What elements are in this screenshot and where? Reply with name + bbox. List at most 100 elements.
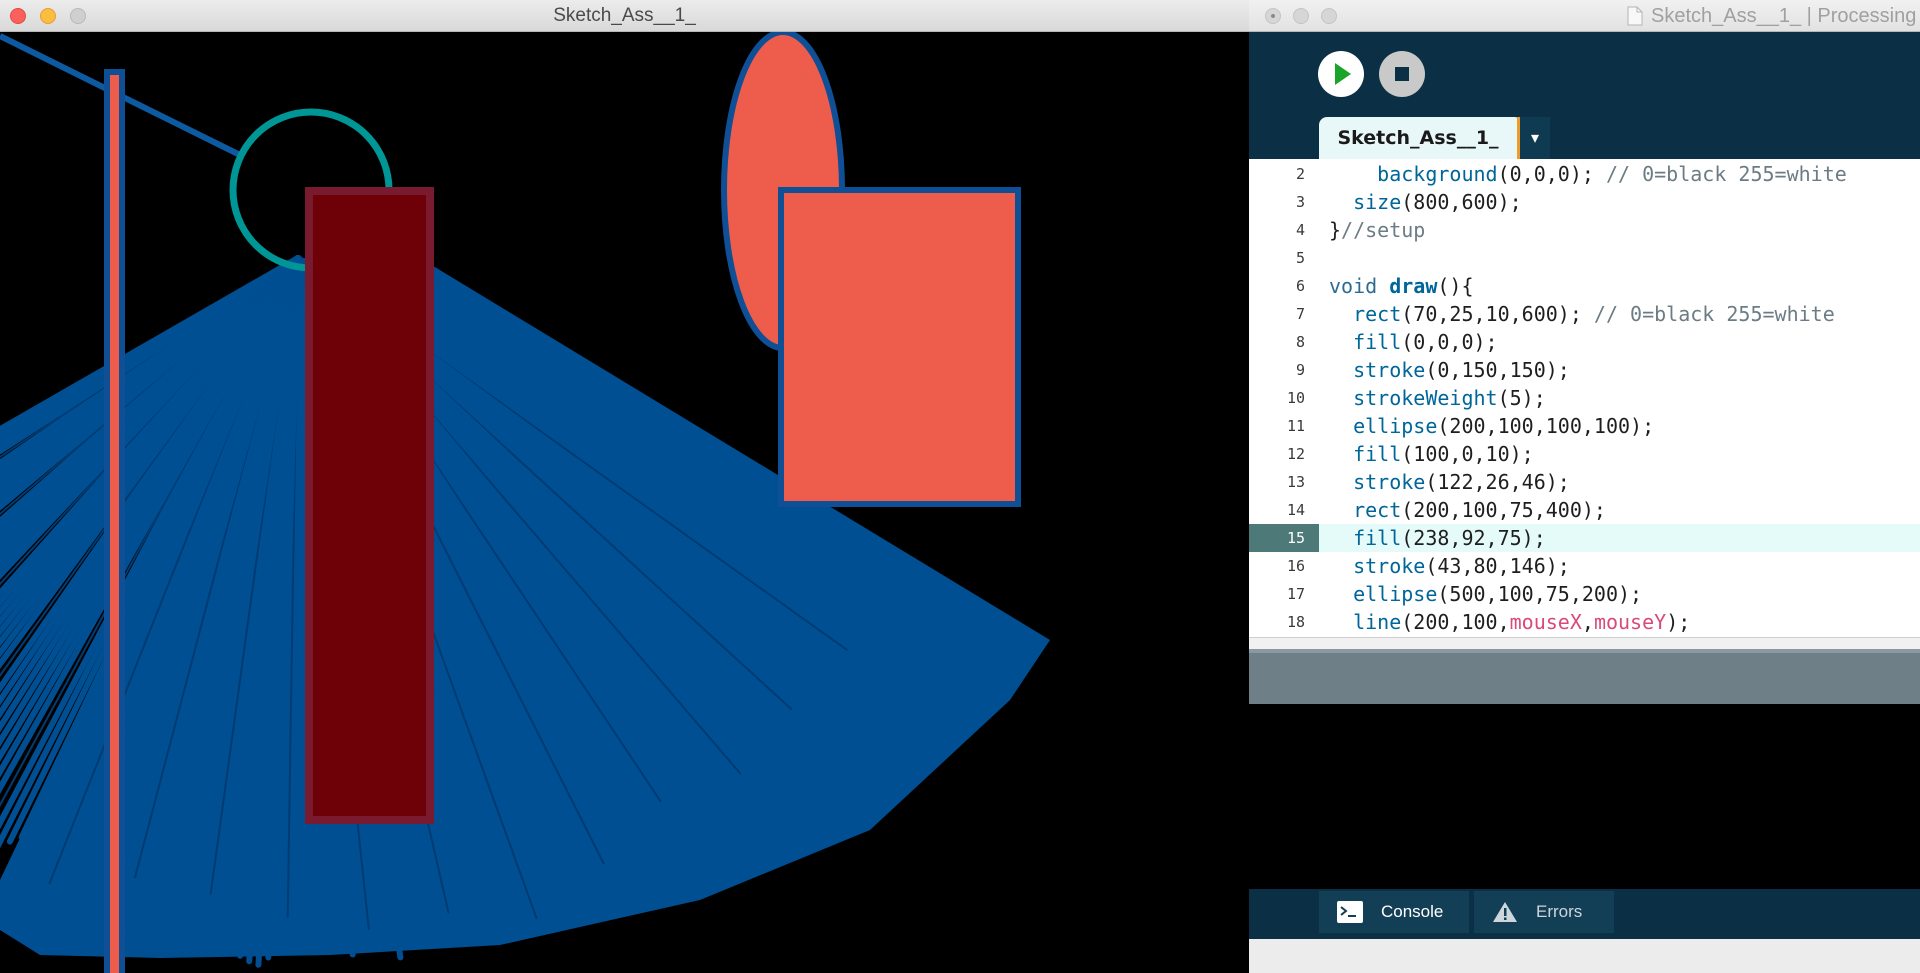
code-text: }//setup [1329, 218, 1426, 242]
thin-vertical-rect [104, 69, 125, 973]
gutter-cell: 8 [1249, 328, 1319, 356]
code-text: void draw(){ [1329, 274, 1474, 298]
tab-menu-button[interactable]: ▾ [1520, 117, 1550, 159]
console-tab-label: Console [1381, 902, 1444, 921]
gutter-cell: 5 [1249, 244, 1319, 272]
dark-red-rect [305, 187, 434, 824]
gutter-cell: 10 [1249, 384, 1319, 412]
gutter-cell: 6 [1249, 272, 1319, 300]
line-number: 8 [1295, 333, 1305, 351]
gutter-cell: 15 [1249, 524, 1319, 552]
code-line[interactable]: 16 stroke(43,80,146); [1249, 552, 1920, 580]
line-number: 17 [1286, 585, 1305, 603]
gutter-cell: 12 [1249, 440, 1319, 468]
terminal-icon [1337, 901, 1363, 923]
line-number: 14 [1286, 501, 1305, 519]
processing-ide-window: Sketch_Ass__1_ | Processing Sketch_Ass__… [1249, 0, 1920, 973]
gutter-cell: 18 [1249, 608, 1319, 636]
gutter-cell: 2 [1249, 160, 1319, 188]
code-line[interactable]: 15 fill(238,92,75); [1249, 524, 1920, 552]
stop-icon [1395, 67, 1409, 81]
line-number: 9 [1295, 361, 1305, 379]
code-line[interactable]: 18 line(200,100,mouseX,mouseY); [1249, 608, 1920, 636]
code-text: rect(70,25,10,600); // 0=black 255=white [1353, 302, 1835, 326]
line-number: 5 [1295, 249, 1305, 267]
gutter-cell: 17 [1249, 580, 1319, 608]
code-text: fill(100,0,10); [1353, 442, 1534, 466]
line-number: 3 [1295, 193, 1305, 211]
code-text: stroke(0,150,150); [1353, 358, 1570, 382]
editor-tabbar: Sketch_Ass__1_ ▾ [1249, 117, 1920, 159]
code-text: rect(200,100,75,400); [1353, 498, 1606, 522]
code-text: line(200,100,mouseX,mouseY); [1353, 610, 1691, 634]
gutter-cell: 3 [1249, 188, 1319, 216]
play-icon [1335, 63, 1351, 85]
sketch-canvas[interactable] [0, 32, 1249, 973]
run-button[interactable] [1318, 51, 1364, 97]
ide-titlebar[interactable]: Sketch_Ass__1_ | Processing [1249, 0, 1920, 32]
code-line[interactable]: 8 fill(0,0,0); [1249, 328, 1920, 356]
line-number: 15 [1286, 529, 1305, 547]
code-line[interactable]: 4 }//setup [1249, 216, 1920, 244]
gutter-cell: 4 [1249, 216, 1319, 244]
errors-tab-label: Errors [1536, 902, 1583, 921]
code-text: stroke(43,80,146); [1353, 554, 1570, 578]
tab-errors[interactable]: Errors [1474, 891, 1614, 933]
code-text: stroke(122,26,46); [1353, 470, 1570, 494]
line-number: 6 [1295, 277, 1305, 295]
sketch-titlebar[interactable]: Sketch_Ass__1_ [0, 0, 1249, 32]
gutter-cell: 11 [1249, 412, 1319, 440]
code-text: strokeWeight(5); [1353, 386, 1546, 410]
code-line[interactable]: 6 void draw(){ [1249, 272, 1920, 300]
line-number: 7 [1295, 305, 1305, 323]
tab-console[interactable]: Console [1319, 891, 1469, 933]
line-number: 11 [1286, 417, 1305, 435]
stop-button[interactable] [1379, 51, 1425, 97]
code-text: size(800,600); [1353, 190, 1522, 214]
code-text: background(0,0,0); // 0=black 255=white [1377, 162, 1847, 186]
code-text: ellipse(500,100,75,200); [1353, 582, 1643, 606]
line-number: 10 [1286, 389, 1305, 407]
minimize-button[interactable] [1293, 8, 1309, 24]
sketch-window-title: Sketch_Ass__1_ [553, 5, 696, 26]
code-line[interactable]: 12 fill(100,0,10); [1249, 440, 1920, 468]
code-line[interactable]: 5 [1249, 244, 1920, 272]
code-editor[interactable]: 2 background(0,0,0); // 0=black 255=whit… [1249, 159, 1920, 637]
window-footer [1249, 939, 1920, 973]
code-line[interactable]: 17 ellipse(500,100,75,200); [1249, 580, 1920, 608]
tab-label: Sketch_Ass__1_ [1337, 127, 1499, 149]
editor-divider[interactable] [1249, 637, 1920, 649]
gutter-cell: 13 [1249, 468, 1319, 496]
code-text: ellipse(200,100,100,100); [1353, 414, 1655, 438]
gutter-cell: 7 [1249, 300, 1319, 328]
sketch-window: Sketch_Ass__1_ [0, 0, 1249, 973]
desktop: Sketch_Ass__1_ Sketch_Ass__1_ | Processi… [0, 0, 1920, 973]
code-text: fill(0,0,0); [1353, 330, 1498, 354]
warning-icon [1493, 902, 1517, 922]
code-line[interactable]: 10 strokeWeight(5); [1249, 384, 1920, 412]
code-line[interactable]: 11 ellipse(200,100,100,100); [1249, 412, 1920, 440]
line-number: 12 [1286, 445, 1305, 463]
code-line[interactable]: 9 stroke(0,150,150); [1249, 356, 1920, 384]
line-number: 2 [1295, 165, 1305, 183]
code-text: fill(238,92,75); [1353, 526, 1546, 550]
close-button[interactable] [1265, 8, 1281, 24]
bottom-tabbar: Console Errors [1249, 889, 1920, 939]
line-number: 4 [1295, 221, 1305, 239]
code-line[interactable]: 13 stroke(122,26,46); [1249, 468, 1920, 496]
line-number: 16 [1286, 557, 1305, 575]
console-output[interactable] [1249, 704, 1920, 889]
code-line[interactable]: 2 background(0,0,0); // 0=black 255=whit… [1249, 160, 1920, 188]
ide-window-title: Sketch_Ass__1_ | Processing [1651, 5, 1917, 27]
gutter-cell: 16 [1249, 552, 1319, 580]
line-number: 13 [1286, 473, 1305, 491]
code-line[interactable]: 14 rect(200,100,75,400); [1249, 496, 1920, 524]
gutter-cell: 9 [1249, 356, 1319, 384]
gutter-cell: 14 [1249, 496, 1319, 524]
tab-sketch[interactable]: Sketch_Ass__1_ [1319, 117, 1519, 159]
code-line[interactable]: 7 rect(70,25,10,600); // 0=black 255=whi… [1249, 300, 1920, 328]
document-icon [1627, 6, 1643, 26]
ide-toolbar [1249, 32, 1920, 117]
zoom-button[interactable] [1321, 8, 1337, 24]
code-line[interactable]: 3 size(800,600); [1249, 188, 1920, 216]
